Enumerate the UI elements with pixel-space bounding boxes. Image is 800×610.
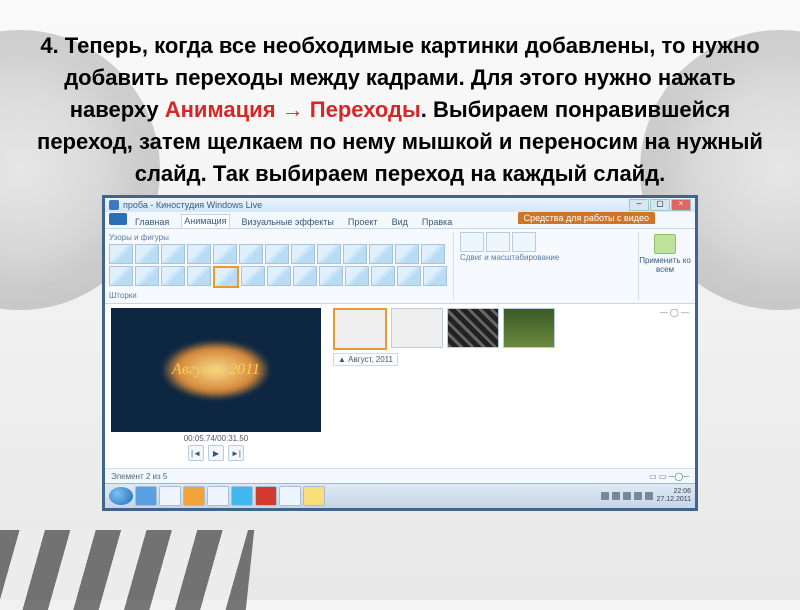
start-button[interactable] <box>109 487 133 505</box>
ribbon-tabs: Главная Анимация Визуальные эффекты Прое… <box>105 212 695 229</box>
transition-thumb[interactable] <box>109 266 133 286</box>
transition-thumb[interactable] <box>293 266 317 286</box>
storyboard-panel: — ◯ — ▲ Август, 2011 <box>327 304 695 468</box>
transition-thumb[interactable] <box>239 244 263 264</box>
tab-project[interactable]: Проект <box>346 216 380 228</box>
transition-thumb[interactable] <box>319 266 343 286</box>
transition-thumb[interactable] <box>317 244 341 264</box>
slide-text-block: 4. Теперь, когда все необходимые картинк… <box>0 0 800 189</box>
context-tab-video-tools[interactable]: Средства для работы с видео <box>518 212 655 224</box>
taskbar-icon-firefox[interactable] <box>183 486 205 506</box>
transition-thumb[interactable] <box>135 244 159 264</box>
app-status-bar: Элемент 2 из 5 ▭ ▭ ─◯─ <box>105 468 695 483</box>
pan-zoom-group: Сдвиг и масштабирование <box>453 232 559 300</box>
preview-monitor: Август, 2011 <box>111 308 321 432</box>
tray-icon[interactable] <box>645 492 653 500</box>
transition-thumb[interactable] <box>187 266 211 286</box>
prev-frame-button[interactable]: |◄ <box>188 445 204 461</box>
play-button[interactable]: ▶ <box>208 445 224 461</box>
clapperboard-graphic <box>0 530 254 610</box>
heading-highlight: Анимация → Переходы <box>165 97 421 122</box>
taskbar-clock[interactable]: 22:06 27.12.2011 <box>656 488 691 504</box>
transition-thumb[interactable] <box>345 266 369 286</box>
transition-thumb[interactable] <box>291 244 315 264</box>
taskbar-icon-ie[interactable] <box>135 486 157 506</box>
clock-date: 27.12.2011 <box>656 496 691 504</box>
apply-to-all-button[interactable]: Применить ко всем <box>638 232 691 300</box>
panzoom-thumb[interactable] <box>512 232 536 252</box>
preview-title-text: Август, 2011 <box>172 361 260 379</box>
transitions-gallery: Узоры и фигуры <box>109 232 447 300</box>
tab-animation[interactable]: Анимация <box>181 214 229 228</box>
transition-thumb[interactable] <box>343 244 367 264</box>
transition-thumb[interactable] <box>241 266 265 286</box>
taskbar-icon-folder[interactable] <box>303 486 325 506</box>
storyboard-clip-selected[interactable] <box>333 308 387 350</box>
tray-icon[interactable] <box>623 492 631 500</box>
panzoom-thumb[interactable] <box>460 232 484 252</box>
maximize-button[interactable]: ▢ <box>650 199 670 211</box>
playback-controls: 00:05.74/00:31.50 |◄ ▶ ►| <box>111 432 321 466</box>
tab-view[interactable]: Вид <box>390 216 410 228</box>
workspace: Август, 2011 00:05.74/00:31.50 |◄ ▶ ►| —… <box>105 304 695 468</box>
preview-panel: Август, 2011 00:05.74/00:31.50 |◄ ▶ ►| <box>105 304 327 468</box>
apply-all-icon <box>654 234 676 254</box>
tab-edit[interactable]: Правка <box>420 216 454 228</box>
next-frame-button[interactable]: ►| <box>228 445 244 461</box>
zoom-slider[interactable]: — ◯ — <box>660 308 689 317</box>
transition-thumb[interactable] <box>267 266 291 286</box>
transition-thumb[interactable] <box>187 244 211 264</box>
gallery-group-label: Узоры и фигуры <box>109 233 447 242</box>
window-titlebar: проба - Киностудия Windows Live – ▢ × <box>105 198 695 212</box>
taskbar-icon-misc[interactable] <box>279 486 301 506</box>
tray-icon[interactable] <box>601 492 609 500</box>
tab-visual-effects[interactable]: Визуальные эффекты <box>240 216 336 228</box>
transition-thumb[interactable] <box>161 266 185 286</box>
transition-thumb[interactable] <box>421 244 445 264</box>
storyboard-clip[interactable] <box>391 308 443 348</box>
instruction-heading: 4. Теперь, когда все необходимые картинк… <box>30 30 770 189</box>
transition-thumb[interactable] <box>135 266 159 286</box>
app-icon <box>109 200 119 210</box>
panzoom-thumb[interactable] <box>486 232 510 252</box>
ribbon-panel: Узоры и фигуры <box>105 229 695 304</box>
transition-thumb[interactable] <box>395 244 419 264</box>
windows-taskbar: 22:06 27.12.2011 <box>105 483 695 508</box>
storyboard-clip[interactable] <box>447 308 499 348</box>
storyboard-caption: ▲ Август, 2011 <box>333 353 398 366</box>
window-title: проба - Киностудия Windows Live <box>123 200 625 210</box>
clock-time: 22:06 <box>656 488 691 496</box>
transition-thumb[interactable] <box>423 266 447 286</box>
transition-thumb[interactable] <box>161 244 185 264</box>
minimize-button[interactable]: – <box>629 199 649 211</box>
transition-thumb[interactable] <box>369 244 393 264</box>
transition-thumb[interactable] <box>397 266 421 286</box>
panzoom-label: Сдвиг и масштабирование <box>460 253 559 262</box>
tray-icon[interactable] <box>634 492 642 500</box>
tab-home[interactable]: Главная <box>133 216 171 228</box>
transition-thumb-selected[interactable] <box>213 266 239 288</box>
status-view-icons[interactable]: ▭ ▭ ─◯─ <box>649 472 689 481</box>
app-screenshot: проба - Киностудия Windows Live – ▢ × Гл… <box>102 195 698 511</box>
transition-thumb[interactable] <box>265 244 289 264</box>
playback-time: 00:05.74/00:31.50 <box>111 432 321 445</box>
transition-thumb[interactable] <box>109 244 133 264</box>
transition-thumb[interactable] <box>371 266 395 286</box>
tray-icon[interactable] <box>612 492 620 500</box>
taskbar-icon-media[interactable] <box>207 486 229 506</box>
taskbar-icon-skype[interactable] <box>231 486 253 506</box>
status-text: Элемент 2 из 5 <box>111 472 167 481</box>
gallery-group-label: Шторки <box>109 291 447 300</box>
transition-thumb[interactable] <box>213 244 237 264</box>
taskbar-icon-opera[interactable] <box>255 486 277 506</box>
system-tray: 22:06 27.12.2011 <box>601 488 691 504</box>
apply-all-label: Применить ко всем <box>639 256 691 274</box>
storyboard-clip[interactable] <box>503 308 555 348</box>
taskbar-icon-explorer[interactable] <box>159 486 181 506</box>
close-button[interactable]: × <box>671 199 691 211</box>
